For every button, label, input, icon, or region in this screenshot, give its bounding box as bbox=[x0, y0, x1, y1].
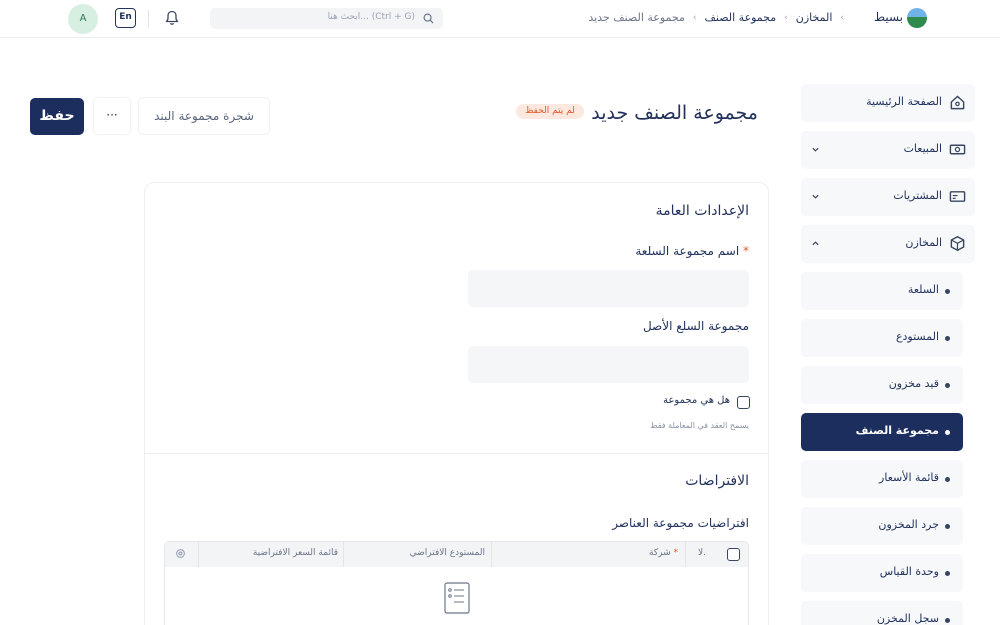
sidebar-subitem-stock-ledger[interactable]: سجل المخزن bbox=[801, 601, 963, 625]
sidebar-subitem-label: سجل المخزن bbox=[876, 612, 939, 625]
sidebar-subitem-uom[interactable]: وحدة القياس bbox=[801, 554, 963, 592]
sidebar-subitem-stock-entry[interactable]: قيد مخزون bbox=[801, 366, 963, 404]
breadcrumb-separator: ‹ bbox=[840, 12, 844, 23]
brand-name[interactable]: بسيط bbox=[874, 10, 903, 24]
box-icon bbox=[950, 235, 965, 252]
chevron-down-icon[interactable] bbox=[811, 145, 820, 154]
bell-icon[interactable] bbox=[165, 10, 179, 26]
sidebar-item-sales[interactable]: المبيعات bbox=[801, 131, 975, 169]
column-divider bbox=[343, 542, 344, 567]
chevron-up-icon[interactable] bbox=[811, 239, 820, 248]
sidebar-subitem-item-group[interactable]: مجموعة الصنف bbox=[801, 413, 963, 451]
required-mark: * bbox=[673, 548, 679, 558]
item-group-name-field[interactable] bbox=[468, 270, 749, 307]
avatar[interactable]: A bbox=[68, 4, 98, 34]
sidebar-subitem-label: قيد مخزون bbox=[888, 377, 939, 390]
money-icon bbox=[949, 144, 966, 155]
breadcrumb-separator: ‹ bbox=[784, 12, 788, 23]
bullet-icon bbox=[945, 430, 950, 435]
parent-item-group-field[interactable] bbox=[468, 346, 749, 383]
breadcrumb-separator: ‹ bbox=[692, 12, 697, 23]
language-toggle-button[interactable]: En bbox=[115, 8, 136, 28]
required-mark: * bbox=[743, 244, 749, 258]
bullet-icon bbox=[945, 618, 950, 623]
bullet-icon bbox=[945, 289, 950, 294]
sidebar-subitem-stock-reconciliation[interactable]: جرد المخزون bbox=[801, 507, 963, 545]
sidebar-item-warehouses[interactable]: المخازن bbox=[801, 225, 975, 263]
sidebar-subitem-price-list[interactable]: قائمة الأسعار bbox=[801, 460, 963, 498]
search-placeholder: ابحث هنا... (Ctrl + G) bbox=[327, 12, 415, 22]
breadcrumb-item-current: مجموعة الصنف جديد bbox=[588, 11, 685, 24]
sidebar-subitem-warehouse[interactable]: المستودع bbox=[801, 319, 963, 357]
bullet-icon bbox=[945, 524, 950, 529]
section-title-general: الإعدادات العامة bbox=[655, 203, 749, 219]
bullet-icon bbox=[945, 336, 950, 341]
column-header-no: لا. bbox=[697, 548, 706, 558]
breadcrumb-item-item-group[interactable]: مجموعة الصنف bbox=[705, 11, 777, 24]
sidebar-subitem-label: وحدة القياس bbox=[879, 565, 939, 578]
page-title: مجموعة الصنف جديد bbox=[591, 102, 758, 124]
column-header-default-price-list: قائمة السعر الافتراضية bbox=[252, 548, 338, 558]
item-group-defaults-label: افتراضيات مجموعة العناصر bbox=[612, 516, 749, 530]
sidebar-subitem-label: المستودع bbox=[895, 330, 939, 343]
column-header-company-text: شركة bbox=[649, 548, 671, 558]
section-divider bbox=[145, 453, 768, 454]
sidebar-subitem-label: قائمة الأسعار bbox=[879, 471, 939, 484]
divider bbox=[148, 10, 149, 28]
gear-icon[interactable] bbox=[175, 548, 186, 559]
column-divider bbox=[685, 542, 686, 567]
breadcrumb-item-warehouses[interactable]: المخازن bbox=[796, 11, 833, 24]
sidebar-subitem-label: جرد المخزون bbox=[878, 518, 939, 531]
card-icon bbox=[949, 191, 966, 202]
item-group-defaults-table: لا. شركة * المستودع الافتراضي قائمة السع… bbox=[164, 541, 749, 625]
column-divider bbox=[198, 542, 199, 567]
more-options-button[interactable]: ··· bbox=[93, 97, 131, 135]
bullet-icon bbox=[945, 477, 950, 482]
search-input[interactable]: ابحث هنا... (Ctrl + G) bbox=[210, 8, 443, 29]
is-group-label: هل هي مجموعة bbox=[663, 395, 730, 406]
table-header: لا. شركة * المستودع الافتراضي قائمة السع… bbox=[165, 542, 748, 567]
sidebar-item-label: المبيعات bbox=[903, 142, 942, 155]
chevron-down-icon[interactable] bbox=[811, 192, 820, 201]
sidebar-item-label: المخازن bbox=[905, 236, 942, 249]
search-icon bbox=[423, 13, 434, 24]
app-logo[interactable] bbox=[907, 8, 927, 28]
column-divider bbox=[491, 542, 492, 567]
sidebar-item-label: المشتريات bbox=[893, 189, 942, 202]
status-badge: لم يتم الحفظ bbox=[516, 104, 584, 119]
sidebar-subitem-label: السلعة bbox=[907, 283, 939, 296]
sidebar-item-purchases[interactable]: المشتريات bbox=[801, 178, 975, 216]
sidebar-subitem-item[interactable]: السلعة bbox=[801, 272, 963, 310]
empty-document-icon bbox=[444, 582, 470, 614]
bullet-icon bbox=[945, 383, 950, 388]
breadcrumb: ‹ المخازن ‹ مجموعة الصنف ‹ مجموعة الصنف … bbox=[588, 11, 844, 24]
sidebar-item-home[interactable]: الصفحة الرئيسية bbox=[801, 84, 975, 122]
item-group-name-label: اسم مجموعة السلعة * bbox=[635, 244, 749, 258]
column-header-default-warehouse: المستودع الافتراضي bbox=[409, 548, 485, 558]
sidebar-item-label: الصفحة الرئيسية bbox=[866, 95, 942, 108]
parent-item-group-label: مجموعة السلع الأصل bbox=[642, 319, 749, 333]
home-icon bbox=[950, 95, 965, 110]
is-group-hint: يسمح العقد في المعاملة فقط bbox=[650, 421, 749, 430]
save-button[interactable]: حفظ bbox=[30, 98, 84, 135]
bullet-icon bbox=[945, 571, 950, 576]
section-title-defaults: الافتراضات bbox=[685, 473, 749, 489]
item-group-tree-button[interactable]: شجرة مجموعة البند bbox=[138, 97, 270, 135]
is-group-checkbox[interactable] bbox=[737, 396, 750, 409]
sidebar-subitem-label: مجموعة الصنف bbox=[855, 424, 939, 437]
column-header-company: شركة * bbox=[649, 548, 678, 558]
top-bar: بسيط ‹ المخازن ‹ مجموعة الصنف ‹ مجموعة ا… bbox=[0, 0, 1000, 38]
item-group-name-label-text: اسم مجموعة السلعة bbox=[635, 244, 740, 258]
select-all-checkbox[interactable] bbox=[727, 548, 740, 561]
